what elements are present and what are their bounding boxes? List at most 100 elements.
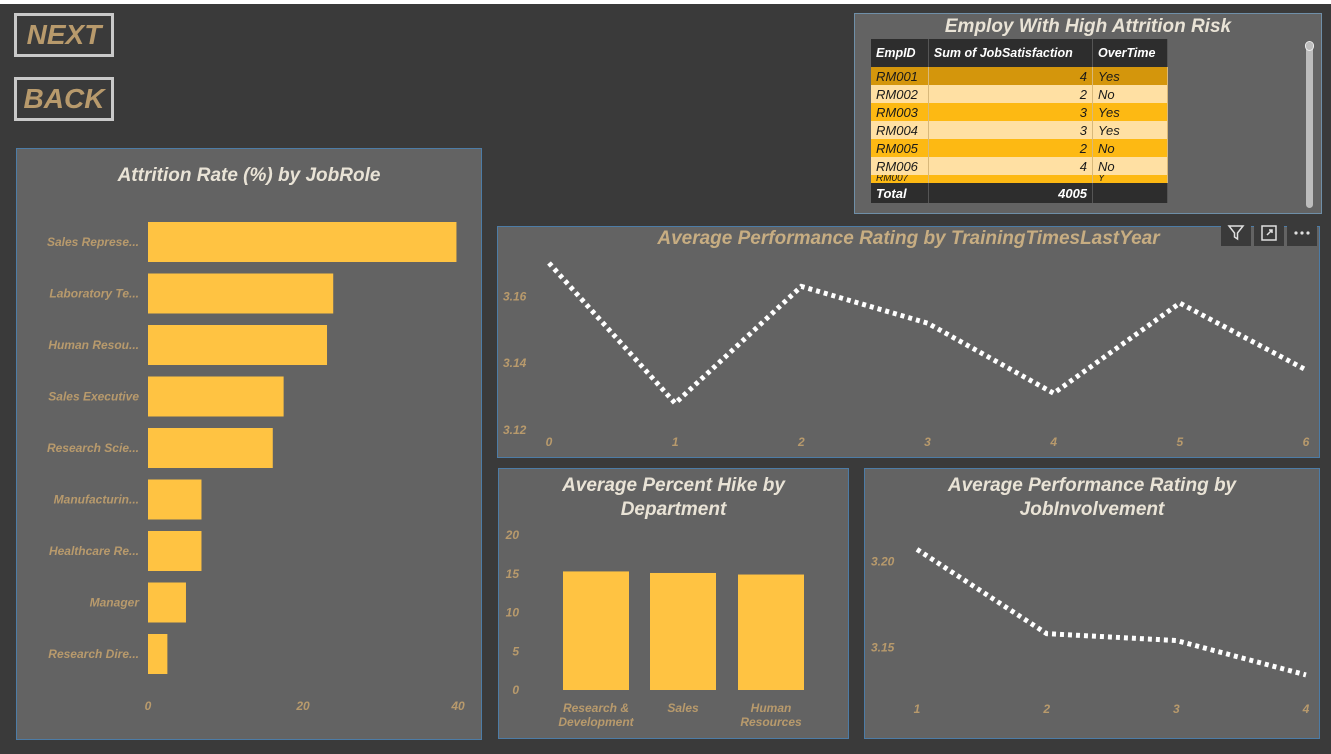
- bar: [738, 574, 804, 690]
- x-tick-label: 3: [924, 435, 931, 449]
- table-cell: Y: [1092, 175, 1168, 183]
- table-row[interactable]: RM005 2 No: [871, 139, 1168, 157]
- x-tick-label: 2: [797, 435, 805, 449]
- table-cell: Yes: [1092, 103, 1168, 121]
- y-tick-label: 0: [512, 683, 519, 697]
- y-tick-label: 5: [512, 644, 519, 658]
- x-tick-label: 1: [672, 435, 679, 449]
- attrition-by-jobrole-panel: Attrition Rate (%) by JobRole Sales Repr…: [16, 148, 482, 740]
- table-cell: No: [1092, 139, 1168, 157]
- jobinvolvement-line-chart: 1 2 3 4 3.20 3.15: [871, 547, 1310, 716]
- next-button[interactable]: NEXT: [14, 13, 114, 57]
- table-scroll-thumb[interactable]: [1305, 41, 1314, 51]
- bar: [148, 531, 202, 571]
- bar: [563, 571, 629, 690]
- table-row[interactable]: RM001 4 Yes: [871, 67, 1168, 85]
- category-label: Manager: [90, 596, 141, 610]
- category-label-line: Development: [558, 715, 634, 729]
- table-cell: 4: [928, 67, 1094, 85]
- performance-by-jobinvolvement-panel: Average Performance Rating by JobInvolve…: [864, 468, 1320, 739]
- category-label: Laboratory Te...: [49, 287, 139, 301]
- bar: [148, 428, 273, 468]
- column-header[interactable]: EmpID: [871, 39, 929, 67]
- bar: [148, 325, 328, 365]
- series-line: [915, 547, 1307, 678]
- table-cell: RM005: [871, 139, 929, 157]
- category-label-line: Human: [751, 701, 792, 715]
- bar: [148, 582, 186, 623]
- y-tick-label: 15: [506, 567, 520, 581]
- back-button[interactable]: BACK: [14, 77, 114, 121]
- y-tick-label: 20: [505, 528, 520, 542]
- y-tick-label: 3.12: [503, 423, 527, 437]
- table-cell: 4005: [928, 183, 1094, 203]
- category-label-line: Resources: [740, 715, 802, 729]
- table-cell: Yes: [1092, 121, 1168, 139]
- training-line-chart: 0 1 2 3 4 5 6 3.16 3.14 3.12: [503, 261, 1310, 449]
- x-tick-label: 1: [914, 702, 921, 716]
- x-tick-label: 0: [145, 699, 152, 713]
- table-cell: 3: [928, 103, 1094, 121]
- category-label: Healthcare Re...: [49, 544, 139, 558]
- series-line: [547, 261, 1308, 407]
- table-row[interactable]: RM004 3 Yes: [871, 121, 1168, 139]
- bar: [148, 222, 457, 262]
- x-tick-label: 3: [1173, 702, 1180, 716]
- y-tick-label: 3.16: [503, 289, 527, 303]
- table-cell: Total: [871, 183, 929, 203]
- category-label-line: Sales: [667, 701, 699, 715]
- filter-icon[interactable]: [1221, 220, 1251, 246]
- x-tick-label: 40: [450, 699, 465, 713]
- table-scrollbar[interactable]: [1306, 42, 1313, 208]
- table-row[interactable]: RM002 2 No: [871, 85, 1168, 103]
- table-cell: RM003: [871, 103, 929, 121]
- y-tick-label: 3.20: [871, 554, 895, 568]
- category-label: Sales: [667, 701, 699, 715]
- column-header[interactable]: Sum of JobSatisfaction: [928, 39, 1094, 67]
- table-cell: RM001: [871, 67, 929, 85]
- x-tick-label: 4: [1302, 702, 1310, 716]
- category-label: Research Dire...: [48, 647, 139, 661]
- table-cell: RM004: [871, 121, 929, 139]
- percent-hike-by-department-panel: Average Percent Hike by Department Resea…: [498, 468, 849, 739]
- attrition-bar-chart: Sales Represe... Laboratory Te... Human Re…: [47, 222, 465, 713]
- category-label: Human Resources: [740, 701, 802, 729]
- focus-mode-icon[interactable]: [1254, 220, 1284, 246]
- table-cell: [1092, 183, 1168, 203]
- table-cell: No: [1092, 85, 1168, 103]
- category-label: Human Resou...: [48, 338, 139, 352]
- table-cell: 4: [928, 157, 1094, 175]
- y-tick-label: 3.14: [503, 356, 527, 370]
- attrition-risk-table-panel: Employ With High Attrition Risk EmpID Sum…: [854, 13, 1322, 214]
- table-cell: 2: [928, 85, 1094, 103]
- x-tick-label: 4: [1049, 435, 1057, 449]
- category-label: Sales Executive: [48, 390, 139, 404]
- bar: [148, 479, 202, 520]
- bar: [148, 273, 334, 314]
- bar: [148, 376, 284, 417]
- attrition-risk-table[interactable]: EmpID Sum of JobSatisfaction OverTime RM00…: [871, 39, 1168, 203]
- table-row[interactable]: RM006 4 No: [871, 157, 1168, 175]
- column-header[interactable]: OverTime: [1092, 39, 1168, 67]
- table-row[interactable]: RM003 3 Yes: [871, 103, 1168, 121]
- table-cell: 2: [928, 139, 1094, 157]
- table-total-row: Total 4005: [871, 183, 1168, 203]
- category-label: Manufacturin...: [54, 493, 139, 507]
- visual-header-icons: [1221, 220, 1317, 246]
- bar: [148, 634, 168, 674]
- table-cell: Yes: [1092, 67, 1168, 85]
- table-cell: RM006: [871, 157, 929, 175]
- x-tick-label: 2: [1042, 702, 1050, 716]
- x-tick-label: 20: [295, 699, 310, 713]
- attrition-table-title: Employ With High Attrition Risk: [944, 16, 1232, 37]
- category-label-line: Research &: [563, 701, 629, 715]
- table-row[interactable]: RM007 Y: [871, 175, 1168, 183]
- y-tick-label: 3.15: [871, 640, 895, 654]
- more-options-icon[interactable]: [1287, 220, 1317, 246]
- table-cell: [928, 175, 1094, 183]
- performance-by-training-panel: Average Performance Rating by TrainingTi…: [497, 226, 1320, 458]
- table-cell: RM007: [871, 175, 929, 183]
- bar: [650, 572, 716, 690]
- table-cell: No: [1092, 157, 1168, 175]
- category-label: Research Scie...: [47, 441, 139, 455]
